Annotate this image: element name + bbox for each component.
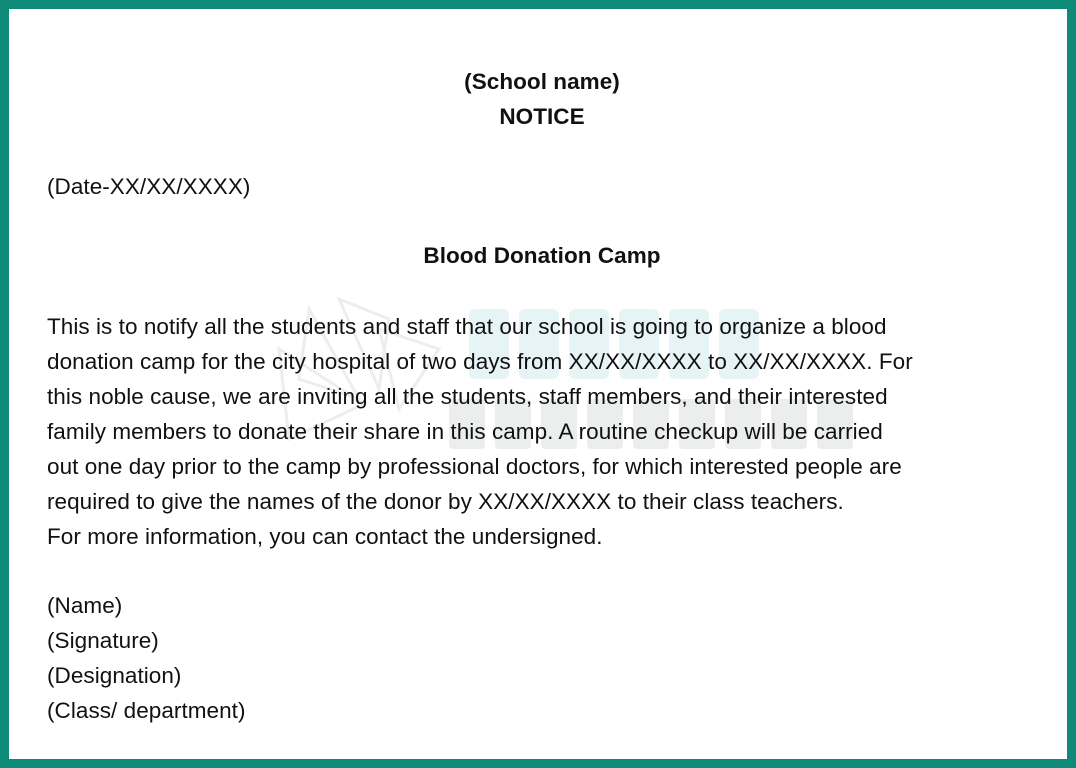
school-name: (School name) [464, 69, 620, 94]
notice-heading: NOTICE [499, 104, 585, 129]
body-line: this noble cause, we are inviting all th… [47, 384, 888, 409]
signoff-signature: (Signature) [47, 628, 159, 653]
body-line: family members to donate their share in … [47, 419, 883, 444]
notice-signoff: (Name) (Signature) (Designation) (Class/… [47, 588, 246, 728]
signoff-name: (Name) [47, 593, 123, 618]
notice-subject: Blood Donation Camp [423, 243, 661, 268]
body-line: For more information, you can contact th… [47, 524, 603, 549]
body-line: out one day prior to the camp by profess… [47, 454, 902, 479]
notice-body: This is to notify all the students and s… [47, 309, 1037, 554]
notice-frame: (School name) NOTICE (Date-XX/XX/XXXX) B… [0, 0, 1076, 768]
body-line: donation camp for the city hospital of t… [47, 349, 913, 374]
signoff-designation: (Designation) [47, 663, 182, 688]
signoff-class-department: (Class/ department) [47, 698, 246, 723]
body-line: required to give the names of the donor … [47, 489, 844, 514]
notice-date: (Date-XX/XX/XXXX) [47, 174, 251, 199]
body-line: This is to notify all the students and s… [47, 314, 887, 339]
